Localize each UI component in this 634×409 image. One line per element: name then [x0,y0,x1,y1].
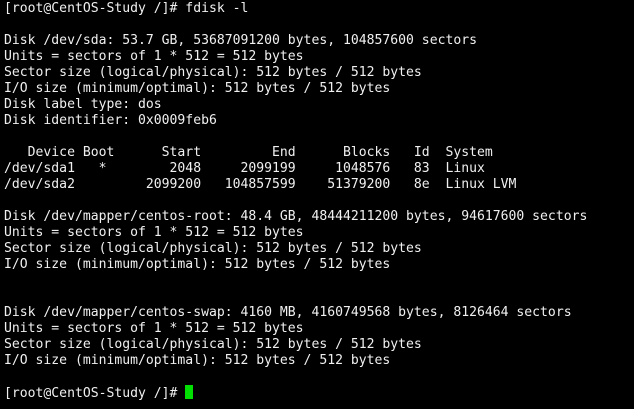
sda-units: Units = sectors of 1 * 512 = 512 bytes [4,49,304,64]
centos-root-disk-info: Disk /dev/mapper/centos-root: 48.4 GB, 4… [4,209,588,224]
command-prompt-line: [root@CentOS-Study /]# fdisk -l [4,1,249,16]
sda-disk-info: Disk /dev/sda: 53.7 GB, 53687091200 byte… [4,33,477,48]
text-cursor [185,385,194,399]
centos-root-io-size: I/O size (minimum/optimal): 512 bytes / … [4,257,391,272]
centos-root-units: Units = sectors of 1 * 512 = 512 bytes [4,225,304,240]
terminal-window[interactable]: [root@CentOS-Study /]# fdisk -l Disk /de… [0,0,634,409]
centos-swap-disk-info: Disk /dev/mapper/centos-swap: 4160 MB, 4… [4,305,572,320]
partition-row-sda2: /dev/sda2 2099200 104857599 51379200 8e … [4,177,517,192]
current-prompt-text: [root@CentOS-Study /]# [4,386,186,401]
current-prompt-line[interactable]: [root@CentOS-Study /]# [4,385,634,401]
sda-io-size: I/O size (minimum/optimal): 512 bytes / … [4,81,391,96]
centos-swap-units: Units = sectors of 1 * 512 = 512 bytes [4,321,304,336]
centos-root-sector-size: Sector size (logical/physical): 512 byte… [4,241,422,256]
sda-label-type: Disk label type: dos [4,97,162,112]
sda-identifier: Disk identifier: 0x0009feb6 [4,113,217,128]
centos-swap-sector-size: Sector size (logical/physical): 512 byte… [4,337,422,352]
partition-row-sda1: /dev/sda1 * 2048 2099199 1048576 83 Linu… [4,161,485,176]
partition-table-header: Device Boot Start End Blocks Id System [4,145,493,160]
sda-sector-size: Sector size (logical/physical): 512 byte… [4,65,422,80]
centos-swap-io-size: I/O size (minimum/optimal): 512 bytes / … [4,353,391,368]
